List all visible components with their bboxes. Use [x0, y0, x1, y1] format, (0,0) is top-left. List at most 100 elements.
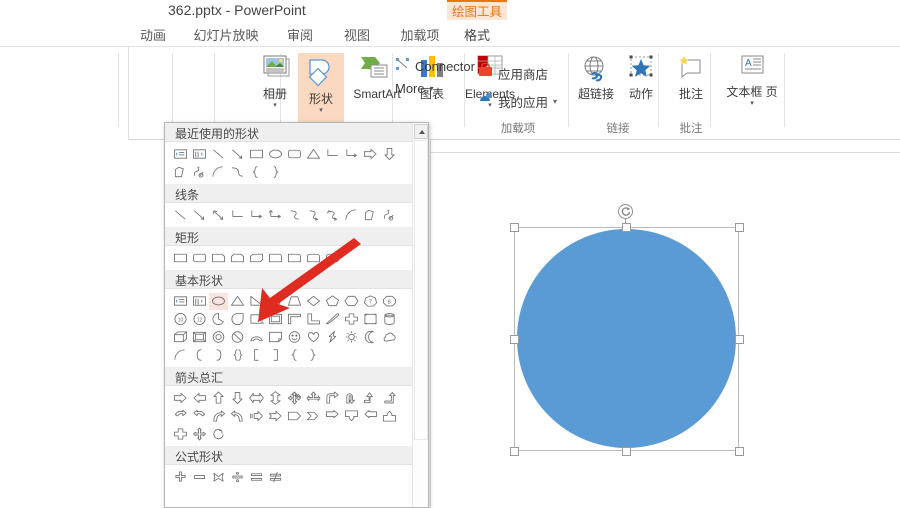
shape-up-down-arrow-icon[interactable]: [266, 390, 285, 407]
shape-round-single-icon[interactable]: [285, 250, 304, 267]
shape-freeform-icon[interactable]: [361, 207, 380, 224]
shape-hexagon-icon[interactable]: [342, 293, 361, 310]
shape-up-arrow-icon[interactable]: [209, 390, 228, 407]
shape-moon-icon[interactable]: [361, 329, 380, 346]
shape-right-square-icon[interactable]: [266, 347, 285, 364]
shape-left-brace-pair-icon[interactable]: [228, 347, 247, 364]
shape-diagonal-stripe-icon[interactable]: [323, 311, 342, 328]
shapes-caret-icon[interactable]: ▾: [298, 107, 344, 115]
more-button[interactable]: More ▾: [395, 81, 459, 96]
shape-dodecagon-icon[interactable]: 12: [190, 311, 209, 328]
resize-handle-w[interactable]: [510, 335, 519, 344]
shape-can-plaque-icon[interactable]: [361, 311, 380, 328]
slide-canvas[interactable]: [430, 141, 900, 508]
shape-elbow-arrow-connector-icon[interactable]: [342, 146, 361, 163]
shape-curve-icon[interactable]: [228, 164, 247, 181]
shape-trapezoid-icon[interactable]: [285, 293, 304, 310]
shape-cross-icon[interactable]: [342, 311, 361, 328]
shape-no-symbol-icon[interactable]: [228, 329, 247, 346]
shape-curved-arrow-icon[interactable]: [304, 207, 323, 224]
shape-divide-icon[interactable]: [228, 469, 247, 486]
shape-scribble-icon[interactable]: [380, 207, 399, 224]
shape-circular-arrow-icon[interactable]: [209, 426, 228, 443]
shape-diamond-icon[interactable]: [304, 293, 323, 310]
shape-right-arrow-icon[interactable]: [361, 146, 380, 163]
tab-4[interactable]: 加载项: [392, 24, 448, 47]
shape-right-brace-icon[interactable]: [266, 164, 285, 181]
action-button[interactable]: 动作: [619, 55, 663, 101]
textbox-caret-icon[interactable]: ▾: [718, 100, 786, 108]
shape-snip-diagonal-icon[interactable]: [247, 250, 266, 267]
tab-3[interactable]: 视图: [335, 24, 379, 47]
shape-smiley-icon[interactable]: [285, 329, 304, 346]
shape-down-arrow-icon[interactable]: [380, 146, 399, 163]
resize-handle-e[interactable]: [735, 335, 744, 344]
shape-rounded-rect-icon[interactable]: [285, 146, 304, 163]
shape-parallelogram-icon[interactable]: [266, 293, 285, 310]
shape-snip-same-side-icon[interactable]: [228, 250, 247, 267]
shape-snip-round-single-icon[interactable]: [266, 250, 285, 267]
shape-sun-icon[interactable]: [342, 329, 361, 346]
tab-0[interactable]: 动画: [131, 24, 175, 47]
tab-1[interactable]: 幻灯片放映: [188, 24, 264, 47]
shape-arc-icon[interactable]: [342, 207, 361, 224]
rotate-handle[interactable]: [618, 204, 633, 219]
shape-not-equal-icon[interactable]: [266, 469, 285, 486]
shape-down-arrow-callout-icon[interactable]: [342, 408, 361, 425]
shape-textbox-v-icon[interactable]: [190, 293, 209, 310]
shape-round-same-side-icon[interactable]: [304, 250, 323, 267]
shape-lightning-icon[interactable]: [323, 329, 342, 346]
shape-rounded-rect-icon[interactable]: [190, 250, 209, 267]
my-apps-button[interactable]: 我的应用 ▾: [478, 91, 582, 111]
app-store-button[interactable]: 应用商店: [478, 62, 566, 83]
ellipse-shape[interactable]: [517, 229, 736, 448]
resize-handle-n[interactable]: [622, 223, 631, 232]
shape-textbox-v-icon[interactable]: [190, 146, 209, 163]
shape-triangle-icon[interactable]: [304, 146, 323, 163]
shape-frame-oval-icon[interactable]: [247, 311, 266, 328]
shape-line-arrow-icon[interactable]: [190, 207, 209, 224]
shape-equal-icon[interactable]: [247, 469, 266, 486]
shape-round-diagonal-icon[interactable]: [323, 250, 342, 267]
tab-5[interactable]: 格式: [455, 24, 499, 47]
shape-curved-right-icon[interactable]: [190, 408, 209, 425]
shape-cube-icon[interactable]: [171, 329, 190, 346]
photo-album-button[interactable]: 相册 ▾: [252, 53, 298, 110]
photo-album-caret-icon[interactable]: ▾: [252, 102, 298, 110]
shape-rectangle-icon[interactable]: [247, 146, 266, 163]
shape-right-arrow-callout-icon[interactable]: [323, 408, 342, 425]
shape-elbow-connector-icon[interactable]: [323, 146, 342, 163]
shape-curved-double-icon[interactable]: [323, 207, 342, 224]
comment-button[interactable]: 批注: [666, 55, 716, 101]
shape-rectangle-icon[interactable]: [171, 250, 190, 267]
shape-pentagon-icon[interactable]: [323, 293, 342, 310]
shape-pentagon-arrow-icon[interactable]: [285, 408, 304, 425]
shape-textbox-h-icon[interactable]: [171, 293, 190, 310]
shape-decagon-icon[interactable]: 10: [171, 311, 190, 328]
shape-striped-right-icon[interactable]: [247, 408, 266, 425]
shape-tee-arrow-icon[interactable]: [304, 390, 323, 407]
shape-cylinder-icon[interactable]: [380, 311, 399, 328]
shape-cross-arrow-icon[interactable]: [171, 426, 190, 443]
shapes-gallery-dropdown[interactable]: 最近使用的形状 线条 矩形 基本形状 7 8 10 12 箭头总汇 公式形状: [164, 122, 429, 508]
shape-oval-icon[interactable]: [266, 146, 285, 163]
shape-up-arrow-callout-icon[interactable]: [380, 408, 399, 425]
more-caret-icon[interactable]: ▾: [430, 84, 434, 93]
shape-oval-icon[interactable]: [209, 292, 228, 310]
shape-curved-left-icon[interactable]: [171, 408, 190, 425]
shape-left-bracket-icon[interactable]: [190, 347, 209, 364]
shape-teardrop-icon[interactable]: [228, 311, 247, 328]
resize-handle-sw[interactable]: [510, 447, 519, 456]
shape-heptagon-icon[interactable]: 7: [361, 293, 380, 310]
shape-four-way-arrow-icon[interactable]: [285, 390, 304, 407]
shape-line-double-arrow-icon[interactable]: [209, 207, 228, 224]
shape-snip-single-icon[interactable]: [209, 250, 228, 267]
shape-left-curly-icon[interactable]: [285, 347, 304, 364]
resize-handle-nw[interactable]: [510, 223, 519, 232]
shape-octagon-icon[interactable]: 8: [380, 293, 399, 310]
shape-curved-down-icon[interactable]: [228, 408, 247, 425]
shape-line-icon[interactable]: [209, 146, 228, 163]
shapes-gallery-scrollbar[interactable]: [412, 123, 428, 507]
my-apps-caret-icon[interactable]: ▾: [553, 97, 557, 106]
resize-handle-ne[interactable]: [735, 223, 744, 232]
